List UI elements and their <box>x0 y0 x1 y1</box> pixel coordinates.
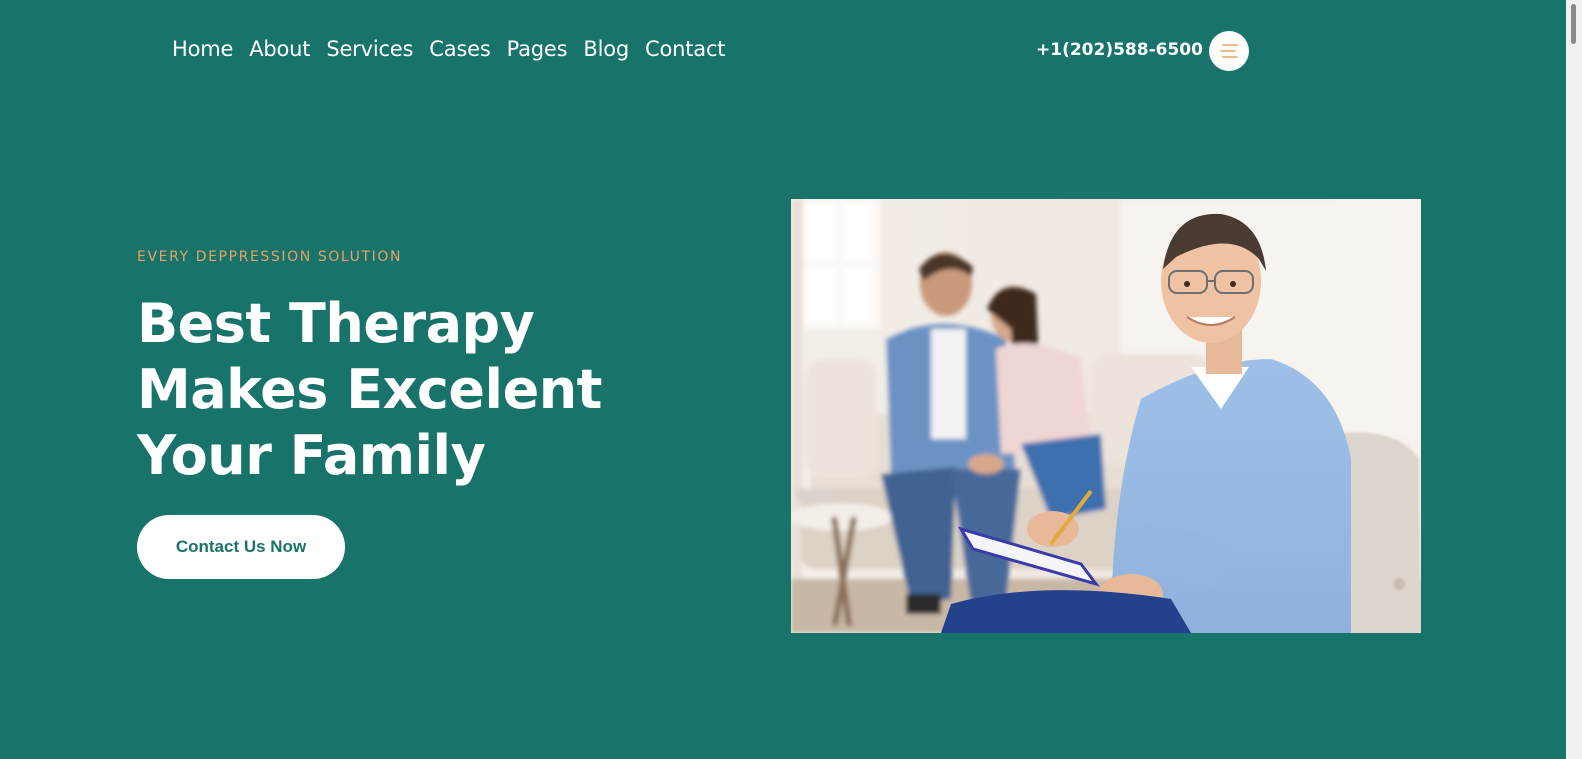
nav-item-blog[interactable]: Blog <box>583 34 629 64</box>
scrollbar-thumb[interactable] <box>1571 4 1576 44</box>
scrollbar[interactable] <box>1566 0 1582 759</box>
nav-item-pages[interactable]: Pages <box>507 34 568 64</box>
nav-item-home[interactable]: Home <box>172 34 233 64</box>
menu-button[interactable] <box>1209 31 1249 71</box>
hero-eyebrow: EVERY DEPPRESSION SOLUTION <box>137 249 403 265</box>
hero-headline-line-3: Your Family <box>137 424 486 487</box>
nav-item-contact[interactable]: Contact <box>645 34 726 64</box>
hero-photo-illustration <box>791 199 1421 633</box>
nav-item-cases[interactable]: Cases <box>429 34 491 64</box>
hero-page: Home About Services Cases Pages Blog Con… <box>0 0 1566 759</box>
hero-headline-line-1: Best Therapy <box>137 292 535 355</box>
hamburger-menu-icon <box>1220 44 1238 58</box>
main-nav: Home About Services Cases Pages Blog Con… <box>172 34 741 64</box>
hero-headline: Best Therapy Makes Excelent Your Family <box>137 291 697 489</box>
nav-item-about[interactable]: About <box>249 34 310 64</box>
nav-item-services[interactable]: Services <box>326 34 413 64</box>
hero-headline-line-2: Makes Excelent <box>137 358 602 421</box>
phone-number[interactable]: +1(202)588-6500 <box>1036 38 1203 62</box>
therapist-with-couple-photo <box>791 199 1421 633</box>
contact-us-button[interactable]: Contact Us Now <box>137 515 345 579</box>
